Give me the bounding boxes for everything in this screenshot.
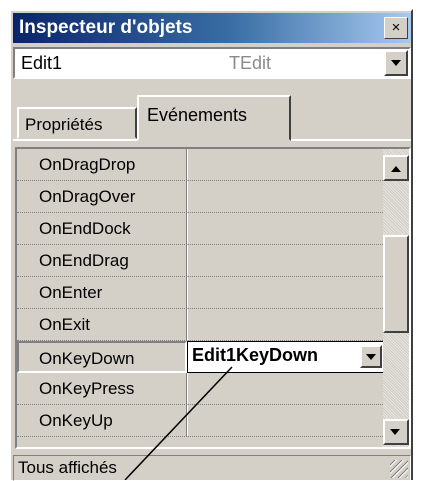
annotation-pointer-line xyxy=(124,366,233,480)
tab-events[interactable]: Evénements xyxy=(137,95,291,141)
